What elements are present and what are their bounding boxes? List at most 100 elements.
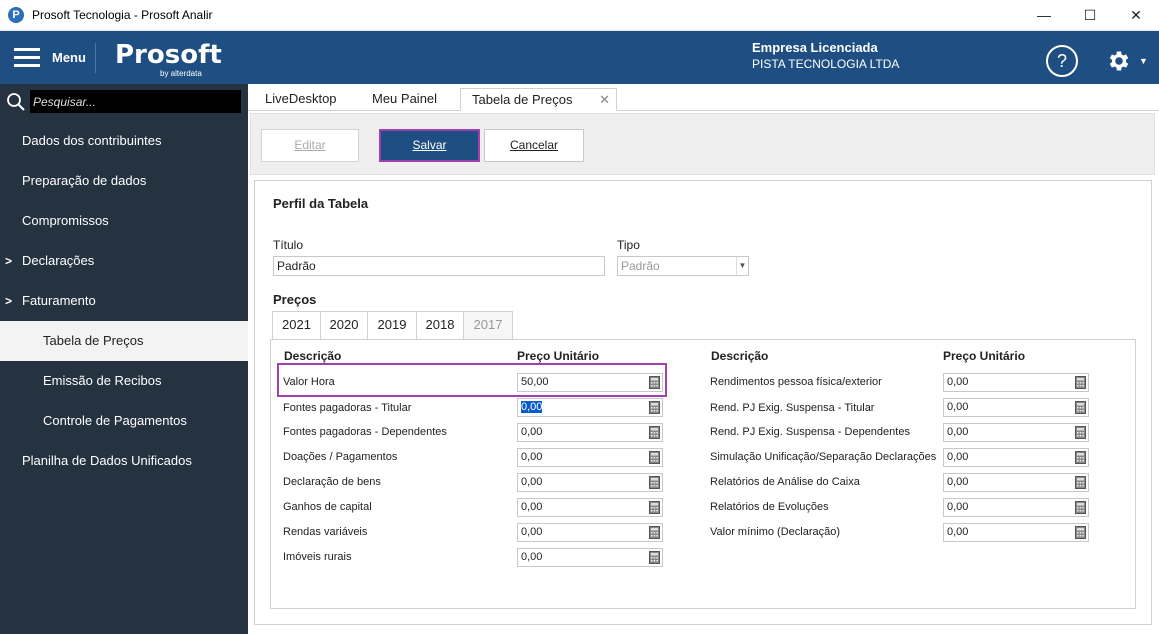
price-input[interactable]: 0,00	[517, 423, 663, 442]
price-input[interactable]: 0,00	[943, 423, 1089, 442]
tab-year-2017[interactable]: 2017	[463, 311, 513, 339]
price-input[interactable]: 0,00	[517, 448, 663, 467]
hamburger-icon	[14, 48, 40, 68]
col-header-descricao-right: Descrição	[711, 349, 769, 363]
help-icon[interactable]: ?	[1046, 45, 1078, 77]
save-button[interactable]: Salvar	[379, 129, 480, 162]
sidebar-item-emissao-recibos[interactable]: Emissão de Recibos	[0, 361, 248, 401]
calculator-icon[interactable]	[649, 401, 660, 414]
sidebar-item-label: Preparação de dados	[22, 173, 147, 188]
sidebar-item-planilha-dados[interactable]: Planilha de Dados Unificados	[0, 441, 248, 481]
row-label: Relatórios de Análise do Caixa	[710, 476, 860, 488]
maximize-button[interactable]: ☐	[1067, 0, 1113, 31]
price-input[interactable]: 0,00	[943, 498, 1089, 517]
tipo-select[interactable]: Padrão ▼	[617, 256, 749, 276]
calculator-icon[interactable]	[649, 451, 660, 464]
sidebar-item-preparacao-dados[interactable]: Preparação de dados	[0, 161, 248, 201]
tipo-label: Tipo	[617, 238, 640, 252]
calculator-icon[interactable]	[1075, 376, 1086, 389]
calculator-icon[interactable]	[1075, 451, 1086, 464]
toolbar: Editar Salvar Cancelar	[250, 113, 1155, 175]
price-input[interactable]: 0,00	[943, 523, 1089, 542]
price-value: 50,00	[521, 376, 549, 388]
sidebar-item-compromissos[interactable]: Compromissos	[0, 201, 248, 241]
sidebar-item-dados-contribuintes[interactable]: Dados dos contribuintes	[0, 121, 248, 161]
sidebar-item-tabela-precos[interactable]: Tabela de Preços	[0, 321, 248, 361]
window-titlebar: P Prosoft Tecnologia - Prosoft Analir — …	[0, 0, 1159, 31]
sidebar-search	[0, 84, 248, 120]
logo-subtitle: by alterdata	[160, 69, 202, 78]
price-value: 0,00	[947, 401, 969, 413]
sidebar-item-faturamento[interactable]: > Faturamento	[0, 281, 248, 321]
price-input[interactable]: 0,00	[517, 473, 663, 492]
price-input[interactable]: 0,00	[943, 473, 1089, 492]
price-value: 0,00	[947, 376, 969, 388]
sidebar-item-controle-pagamentos[interactable]: Controle de Pagamentos	[0, 401, 248, 441]
chevron-down-icon[interactable]: ▼	[1139, 56, 1148, 66]
search-input[interactable]	[30, 90, 241, 113]
titulo-label: Título	[273, 238, 304, 252]
calculator-icon[interactable]	[1075, 426, 1086, 439]
calculator-icon[interactable]	[649, 426, 660, 439]
precos-label: Preços	[273, 292, 317, 307]
chevron-down-icon: ▼	[736, 257, 748, 275]
price-input[interactable]: 0,00	[517, 498, 663, 517]
section-title: Perfil da Tabela	[273, 196, 369, 211]
calculator-icon[interactable]	[649, 476, 660, 489]
chevron-right-icon: >	[5, 294, 13, 308]
close-button[interactable]: ✕	[1113, 0, 1159, 31]
row-label: Rend. PJ Exig. Suspensa - Titular	[710, 402, 875, 414]
tab-year-2021[interactable]: 2021	[272, 311, 321, 340]
search-icon	[7, 93, 25, 111]
company-name: PISTA TECNOLOGIA LTDA	[752, 57, 900, 71]
menu-button[interactable]: Menu	[14, 48, 94, 68]
tab-meu-painel[interactable]: Meu Painel	[361, 88, 448, 111]
header-divider	[95, 43, 96, 73]
row-label: Declaração de bens	[283, 476, 381, 488]
tab-year-2020[interactable]: 2020	[320, 311, 368, 339]
calculator-icon[interactable]	[1075, 526, 1086, 539]
price-value: 0,00	[521, 451, 543, 463]
gear-icon[interactable]	[1106, 48, 1132, 74]
calculator-icon[interactable]	[1075, 476, 1086, 489]
col-header-preco-right: Preço Unitário	[943, 349, 1026, 363]
calculator-icon[interactable]	[649, 376, 660, 389]
sidebar-item-declaracoes[interactable]: > Declarações	[0, 241, 248, 281]
tipo-value: Padrão	[621, 259, 660, 273]
edit-button[interactable]: Editar	[261, 129, 359, 162]
price-input[interactable]: 0,00	[943, 398, 1089, 417]
company-label: Empresa Licenciada	[752, 40, 878, 55]
tab-year-2018[interactable]: 2018	[416, 311, 464, 339]
price-input[interactable]: 0,00	[943, 373, 1089, 392]
price-value: 0,00	[947, 426, 969, 438]
row-label: Relatórios de Evoluções	[710, 501, 829, 513]
price-input[interactable]: 0,00	[517, 523, 663, 542]
calculator-icon[interactable]	[1075, 501, 1086, 514]
close-icon[interactable]: ✕	[599, 89, 610, 111]
chevron-right-icon: >	[5, 254, 13, 268]
row-label: Rendas variáveis	[283, 526, 368, 538]
row-label: Imóveis rurais	[283, 551, 352, 563]
calculator-icon[interactable]	[649, 551, 660, 564]
sidebar-item-label: Emissão de Recibos	[43, 373, 162, 388]
titulo-input[interactable]: Padrão	[273, 256, 605, 276]
price-value: 0,00	[947, 526, 969, 538]
calculator-icon[interactable]	[1075, 401, 1086, 414]
calculator-icon[interactable]	[649, 501, 660, 514]
calculator-icon[interactable]	[649, 526, 660, 539]
cancel-button[interactable]: Cancelar	[484, 129, 584, 162]
row-label: Valor mínimo (Declaração)	[710, 526, 841, 538]
row-label: Rendimentos pessoa física/exterior	[710, 376, 882, 388]
minimize-button[interactable]: —	[1021, 0, 1067, 31]
price-input[interactable]: 0,00	[943, 448, 1089, 467]
price-input[interactable]: 50,00	[517, 373, 663, 392]
app-icon: P	[8, 7, 24, 23]
tab-livedesktop[interactable]: LiveDesktop	[254, 88, 348, 111]
app-header: Menu Prosoft by alterdata Empresa Licenc…	[0, 31, 1159, 84]
tab-year-2019[interactable]: 2019	[367, 311, 417, 339]
price-input[interactable]: 0,00	[517, 398, 663, 417]
price-input[interactable]: 0,00	[517, 548, 663, 567]
price-value: 0,00	[947, 476, 969, 488]
price-value: 0,00	[521, 476, 543, 488]
tab-tabela-precos[interactable]: Tabela de Preços ✕	[460, 88, 617, 111]
